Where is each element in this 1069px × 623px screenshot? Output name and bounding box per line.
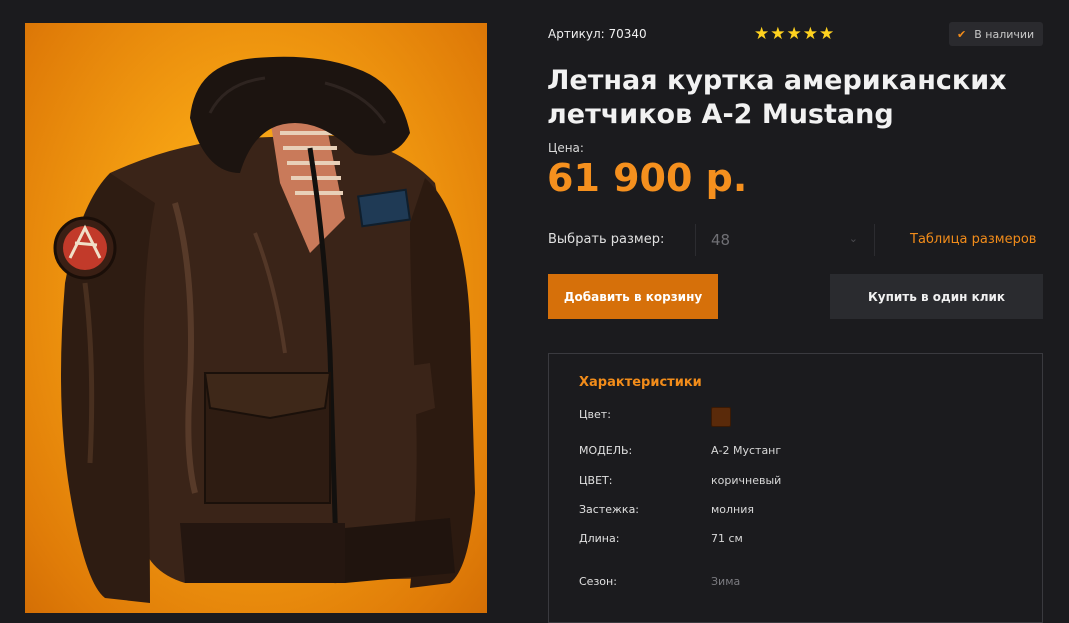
size-table-link[interactable]: Таблица размеров	[910, 232, 1036, 247]
star-icon: ★	[770, 24, 786, 44]
product-image[interactable]	[25, 23, 487, 613]
stock-badge: ✔ В наличии	[949, 22, 1043, 46]
rating-stars: ★ ★ ★ ★ ★	[754, 24, 834, 44]
spec-value: 71 см	[711, 532, 743, 545]
buy-one-click-button[interactable]: Купить в один клик	[830, 274, 1043, 319]
size-selected-value: 48	[711, 231, 731, 249]
star-icon: ★	[819, 24, 835, 44]
spec-key: Застежка:	[579, 503, 640, 516]
spec-key: ЦВЕТ:	[579, 474, 613, 487]
star-icon: ★	[786, 24, 802, 44]
spec-value: коричневый	[711, 474, 782, 487]
color-swatch[interactable]	[711, 407, 731, 427]
spec-key: МОДЕЛЬ:	[579, 444, 633, 457]
size-label: Выбрать размер:	[548, 232, 665, 247]
specs-panel: Характеристики Цвет: МОДЕЛЬ: А-2 Мустанг…	[548, 353, 1043, 623]
spec-key: Длина:	[579, 532, 620, 545]
spec-key-color-swatch: Цвет:	[579, 408, 611, 421]
specs-title: Характеристики	[579, 375, 702, 390]
jacket-illustration	[53, 56, 475, 603]
size-select[interactable]: 48 ⌄	[695, 224, 875, 256]
check-icon: ✔	[957, 27, 967, 41]
price-value: 61 900 р.	[547, 156, 748, 200]
star-icon: ★	[802, 24, 818, 44]
add-to-cart-button[interactable]: Добавить в корзину	[548, 274, 718, 319]
star-icon: ★	[754, 24, 770, 44]
chevron-down-icon: ⌄	[848, 232, 858, 245]
product-title: Летная куртка американских летчиков А-2 …	[547, 65, 1007, 130]
spec-value: А-2 Мустанг	[711, 444, 782, 457]
spec-key: Сезон:	[579, 575, 617, 588]
stock-label: В наличии	[974, 27, 1035, 41]
sku-label: Артикул: 70340	[548, 27, 647, 41]
spec-value: Зима	[711, 575, 741, 588]
spec-value: молния	[711, 503, 755, 516]
price-label: Цена:	[548, 141, 584, 155]
